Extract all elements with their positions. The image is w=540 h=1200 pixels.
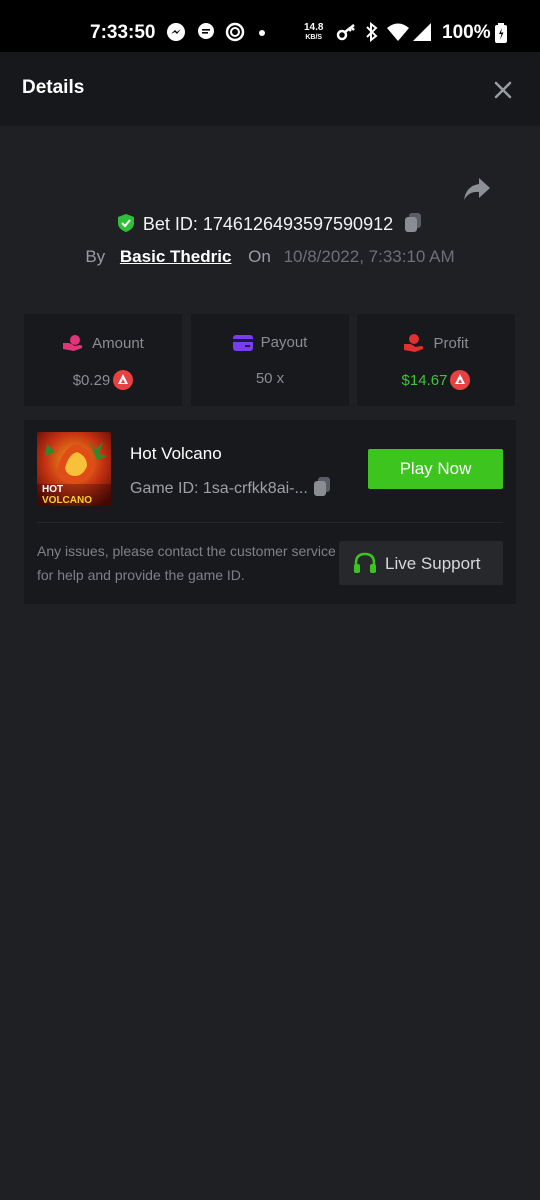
profit-hand-icon bbox=[404, 334, 424, 352]
money-hand-icon bbox=[63, 335, 83, 351]
avax-coin-icon bbox=[113, 370, 134, 390]
thumb-title-hot: HOT bbox=[42, 484, 63, 495]
payout-label: Payout bbox=[260, 334, 308, 351]
status-bar: 7:33:50 14.8 KB/S 100% bbox=[0, 0, 540, 52]
avax-coin-icon bbox=[450, 370, 471, 390]
target-icon bbox=[225, 22, 245, 42]
game-id: Game ID: 1sa-crfkk8ai-... bbox=[130, 480, 308, 497]
game-thumbnail[interactable]: HOT VOLCANO bbox=[37, 432, 111, 506]
game-card: HOT VOLCANO Hot Volcano Game ID: 1sa-crf… bbox=[24, 420, 516, 604]
by-label: By bbox=[85, 247, 106, 266]
thumb-title-volcano: VOLCANO bbox=[42, 495, 92, 506]
bet-stats: Amount $0.29 Payout 50 x Profit $14.67 bbox=[24, 314, 516, 406]
copy-icon[interactable] bbox=[312, 476, 332, 498]
copy-icon[interactable] bbox=[403, 212, 423, 234]
headset-icon bbox=[354, 552, 376, 573]
game-name: Hot Volcano bbox=[130, 444, 222, 463]
amount-value: $0.29 bbox=[72, 372, 111, 389]
wifi-icon bbox=[387, 23, 409, 41]
bet-date: 10/8/2022, 7:33:10 AM bbox=[283, 247, 455, 266]
profit-value: $14.67 bbox=[401, 372, 448, 389]
messenger-icon bbox=[167, 23, 185, 41]
play-now-button[interactable]: Play Now bbox=[368, 449, 503, 489]
card-icon bbox=[232, 335, 253, 351]
bet-meta: By Basic Thedric On 10/8/2022, 7:33:10 A… bbox=[0, 247, 540, 267]
battery-percentage: 100% bbox=[442, 22, 491, 43]
on-label: On bbox=[248, 247, 271, 266]
details-header: Details bbox=[0, 52, 540, 126]
profit-card: Profit $14.67 bbox=[357, 314, 515, 406]
amount-label: Amount bbox=[92, 335, 144, 352]
dot-icon bbox=[259, 30, 265, 36]
network-speed: 14.8 KB/S bbox=[304, 22, 324, 42]
signal-icon bbox=[413, 23, 431, 41]
chat-icon bbox=[198, 23, 214, 39]
close-icon[interactable] bbox=[492, 79, 514, 101]
page-title: Details bbox=[22, 77, 85, 98]
hot-volcano-image: HOT VOLCANO bbox=[37, 432, 111, 506]
payout-card: Payout 50 x bbox=[191, 314, 349, 406]
bet-id: Bet ID: 1746126493597590912 bbox=[142, 214, 394, 234]
bluetooth-icon bbox=[366, 22, 378, 42]
share-icon[interactable] bbox=[462, 176, 492, 202]
user-link[interactable]: Basic Thedric bbox=[120, 247, 232, 266]
live-support-button[interactable]: Live Support bbox=[339, 541, 503, 585]
shield-check-icon bbox=[117, 214, 134, 232]
divider bbox=[37, 522, 503, 523]
battery-icon bbox=[495, 23, 507, 43]
game-id-row: Game ID: 1sa-crfkk8ai-... bbox=[130, 476, 332, 498]
help-text: Any issues, please contact the customer … bbox=[37, 543, 336, 583]
live-support-label: Live Support bbox=[385, 554, 481, 573]
status-time: 7:33:50 bbox=[90, 22, 156, 43]
bet-id-row: Bet ID: 1746126493597590912 bbox=[0, 212, 540, 235]
key-icon bbox=[336, 24, 355, 41]
payout-value: 50 x bbox=[255, 370, 285, 387]
profit-label: Profit bbox=[433, 335, 469, 352]
amount-card: Amount $0.29 bbox=[24, 314, 182, 406]
